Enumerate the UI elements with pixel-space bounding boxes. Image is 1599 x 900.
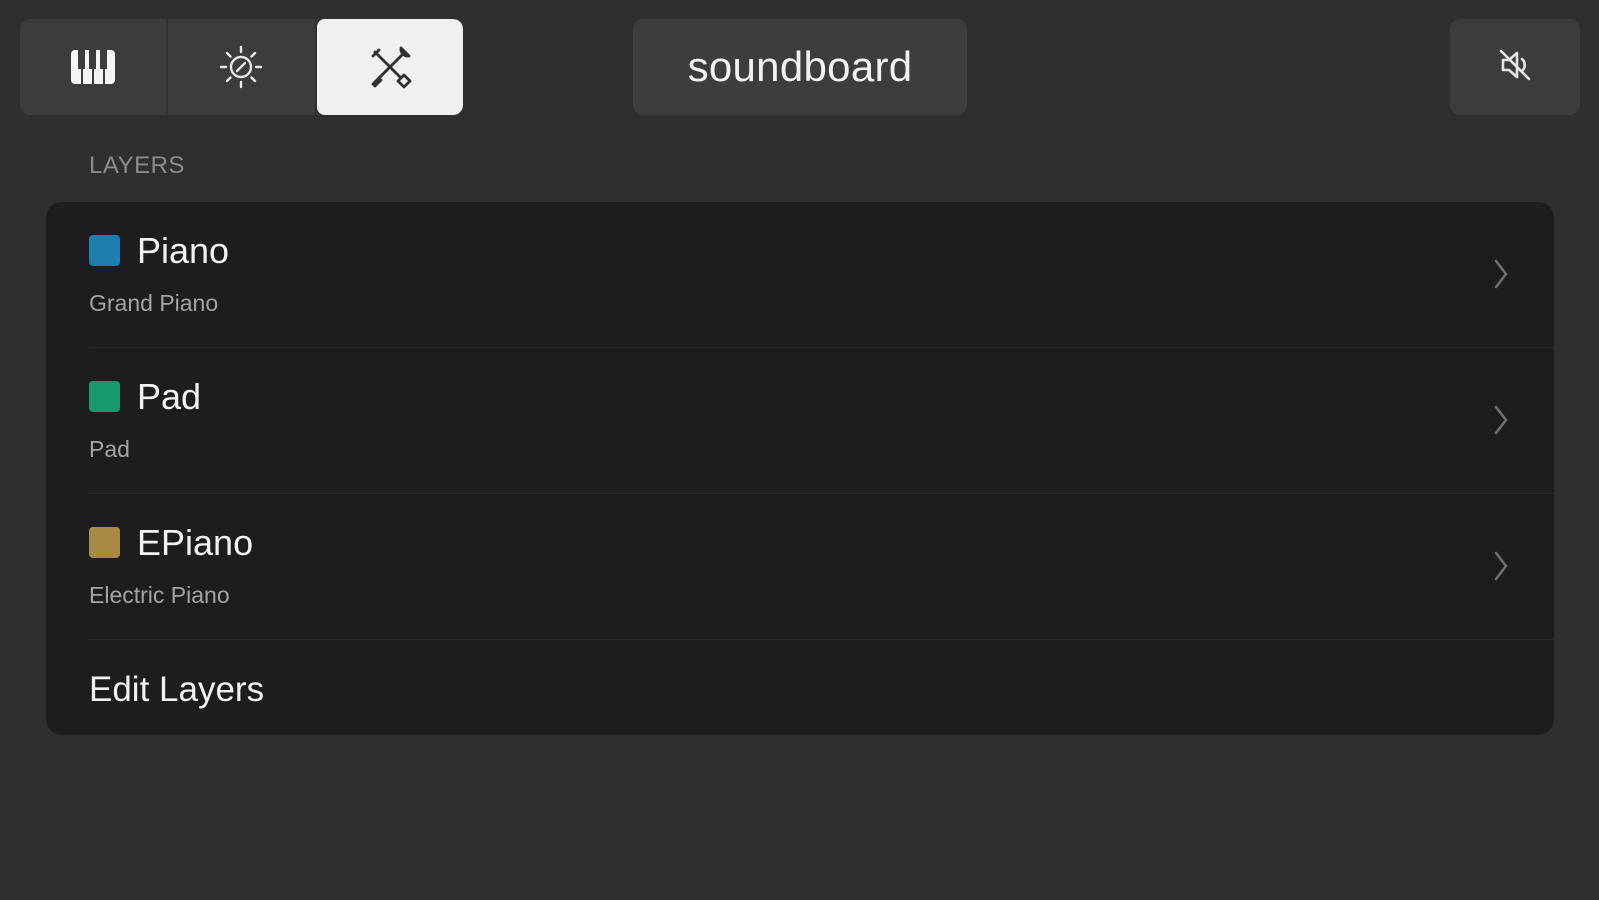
- layer-name: Pad: [137, 376, 202, 417]
- layer-color-swatch: [89, 527, 120, 558]
- chevron-right-icon: [1492, 549, 1510, 588]
- tab-keyboard[interactable]: [20, 19, 169, 115]
- tools-icon: [365, 42, 415, 92]
- edit-layers-button[interactable]: Edit Layers: [46, 640, 1554, 735]
- layers-list: Piano Grand Piano Pad Pad EPiano Electri…: [46, 202, 1554, 735]
- page-title: soundboard: [633, 19, 967, 115]
- layer-name: Piano: [137, 230, 230, 271]
- chevron-right-icon: [1492, 403, 1510, 442]
- edit-layers-label: Edit Layers: [89, 670, 265, 709]
- layer-instrument: Electric Piano: [89, 582, 230, 608]
- layers-section-header: LAYERS: [89, 152, 185, 179]
- layer-color-swatch: [89, 381, 120, 412]
- tab-tools[interactable]: [316, 19, 463, 115]
- mode-segmented-control: [20, 19, 463, 115]
- layer-row-pad[interactable]: Pad Pad: [46, 348, 1554, 494]
- sun-settings-icon: [217, 43, 265, 91]
- piano-keys-icon: [70, 49, 116, 85]
- layer-row-piano[interactable]: Piano Grand Piano: [46, 202, 1554, 348]
- speaker-muted-icon: [1495, 45, 1535, 90]
- chevron-right-icon: [1492, 257, 1510, 296]
- layer-instrument: Grand Piano: [89, 290, 219, 316]
- tab-effects[interactable]: [168, 19, 317, 115]
- layer-instrument: Pad: [89, 436, 130, 462]
- layer-color-swatch: [89, 235, 120, 266]
- mute-button[interactable]: [1450, 19, 1580, 115]
- layer-row-epiano[interactable]: EPiano Electric Piano: [46, 494, 1554, 640]
- layer-name: EPiano: [137, 522, 254, 563]
- app-window: soundboard LAYERS Piano Grand Piano Pad …: [0, 0, 1599, 900]
